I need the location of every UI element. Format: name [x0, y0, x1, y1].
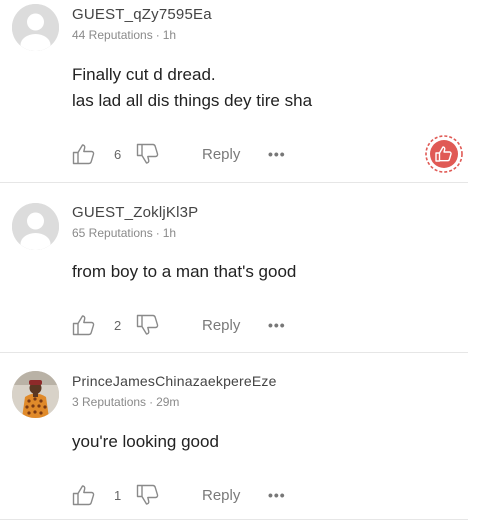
reply-button[interactable]: Reply	[202, 313, 240, 337]
comment-line: las lad all dis things dey tire sha	[72, 91, 313, 110]
like-count: 6	[114, 146, 122, 162]
timestamp: 29m	[156, 395, 180, 409]
comment-line: you're looking good	[72, 432, 219, 451]
user-photo[interactable]	[12, 371, 59, 418]
comment-line: from boy to a man that's good	[72, 262, 297, 281]
like-count: 1	[114, 487, 122, 503]
comment-actions: 6 Reply •••	[72, 135, 468, 173]
thumbs-up-icon[interactable]	[72, 313, 96, 337]
comment-meta: 3 Reputations · 29m	[72, 395, 180, 409]
comment-item: GUEST_ZokljKl3P 65 Reputations · 1h from b…	[0, 183, 468, 353]
top-comment-badge-icon	[424, 134, 464, 174]
thumbs-up-icon[interactable]	[72, 142, 96, 166]
reply-button[interactable]: Reply	[202, 483, 240, 507]
more-options-icon[interactable]: •••	[268, 483, 286, 507]
thumbs-up-icon[interactable]	[72, 483, 96, 507]
username[interactable]: GUEST_ZokljKl3P	[72, 204, 198, 221]
more-options-icon[interactable]: •••	[268, 142, 286, 166]
reply-button[interactable]: Reply	[202, 142, 240, 166]
username[interactable]: PrinceJamesChinazaekpereEze	[72, 373, 277, 389]
like-count: 2	[114, 317, 122, 333]
comment-body: from boy to a man that's good	[72, 259, 296, 285]
comment-line: Finally cut d dread.	[72, 65, 216, 84]
timestamp: 1h	[162, 226, 177, 240]
reputations: 44 Reputations	[72, 28, 153, 42]
thumbs-down-icon[interactable]	[136, 483, 160, 507]
comment-body: you're looking good	[72, 429, 219, 455]
comment-meta: 44 Reputations · 1h	[72, 28, 177, 42]
comment-meta: 65 Reputations · 1h	[72, 226, 177, 240]
thumbs-down-icon[interactable]	[136, 142, 160, 166]
comment-item: PrinceJamesChinazaekpereEze 3 Reputation…	[0, 353, 468, 520]
default-avatar-icon[interactable]	[12, 4, 59, 51]
comment-actions: 2 Reply •••	[72, 313, 468, 337]
reputations: 65 Reputations	[72, 226, 153, 240]
thumbs-down-icon[interactable]	[136, 313, 160, 337]
reputations: 3 Reputations	[72, 395, 147, 409]
comment-body: Finally cut d dread. las lad all dis thi…	[72, 62, 312, 114]
username[interactable]: GUEST_qZy7595Ea	[72, 6, 212, 23]
comment-actions: 1 Reply •••	[72, 483, 468, 507]
default-avatar-icon[interactable]	[12, 203, 59, 250]
comment-item: GUEST_qZy7595Ea 44 Reputations · 1h Finall…	[0, 0, 468, 183]
timestamp: 1h	[162, 28, 177, 42]
more-options-icon[interactable]: •••	[268, 313, 286, 337]
